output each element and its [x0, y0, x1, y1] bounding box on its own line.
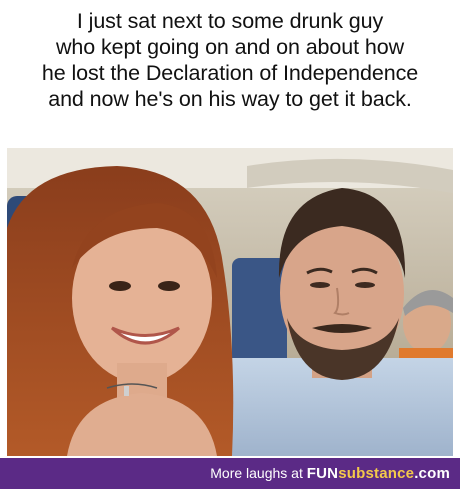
selfie-illustration [7, 148, 453, 456]
logo-part-fun: FUN [306, 465, 339, 482]
logo-part-substance: substance [338, 465, 415, 482]
funsubstance-logo[interactable]: FUNsubstance.com [307, 465, 450, 482]
caption-line: who kept going on and on about how [55, 35, 405, 59]
caption-line: and now he's on his way to get it back. [48, 87, 412, 111]
selfie-photo [7, 148, 453, 456]
caption-line: I just sat next to some drunk guy [76, 9, 384, 33]
site-footer-banner[interactable]: More laughs at FUNsubstance.com [0, 458, 460, 489]
meme-card: I just sat next to some drunk guy who ke… [0, 0, 460, 489]
footer-prefix: More laughs at [210, 465, 303, 481]
caption-line: he lost the Declaration of Independence [41, 61, 419, 85]
meme-caption: I just sat next to some drunk guy who ke… [0, 0, 460, 148]
logo-part-suffix: .com [414, 465, 450, 482]
